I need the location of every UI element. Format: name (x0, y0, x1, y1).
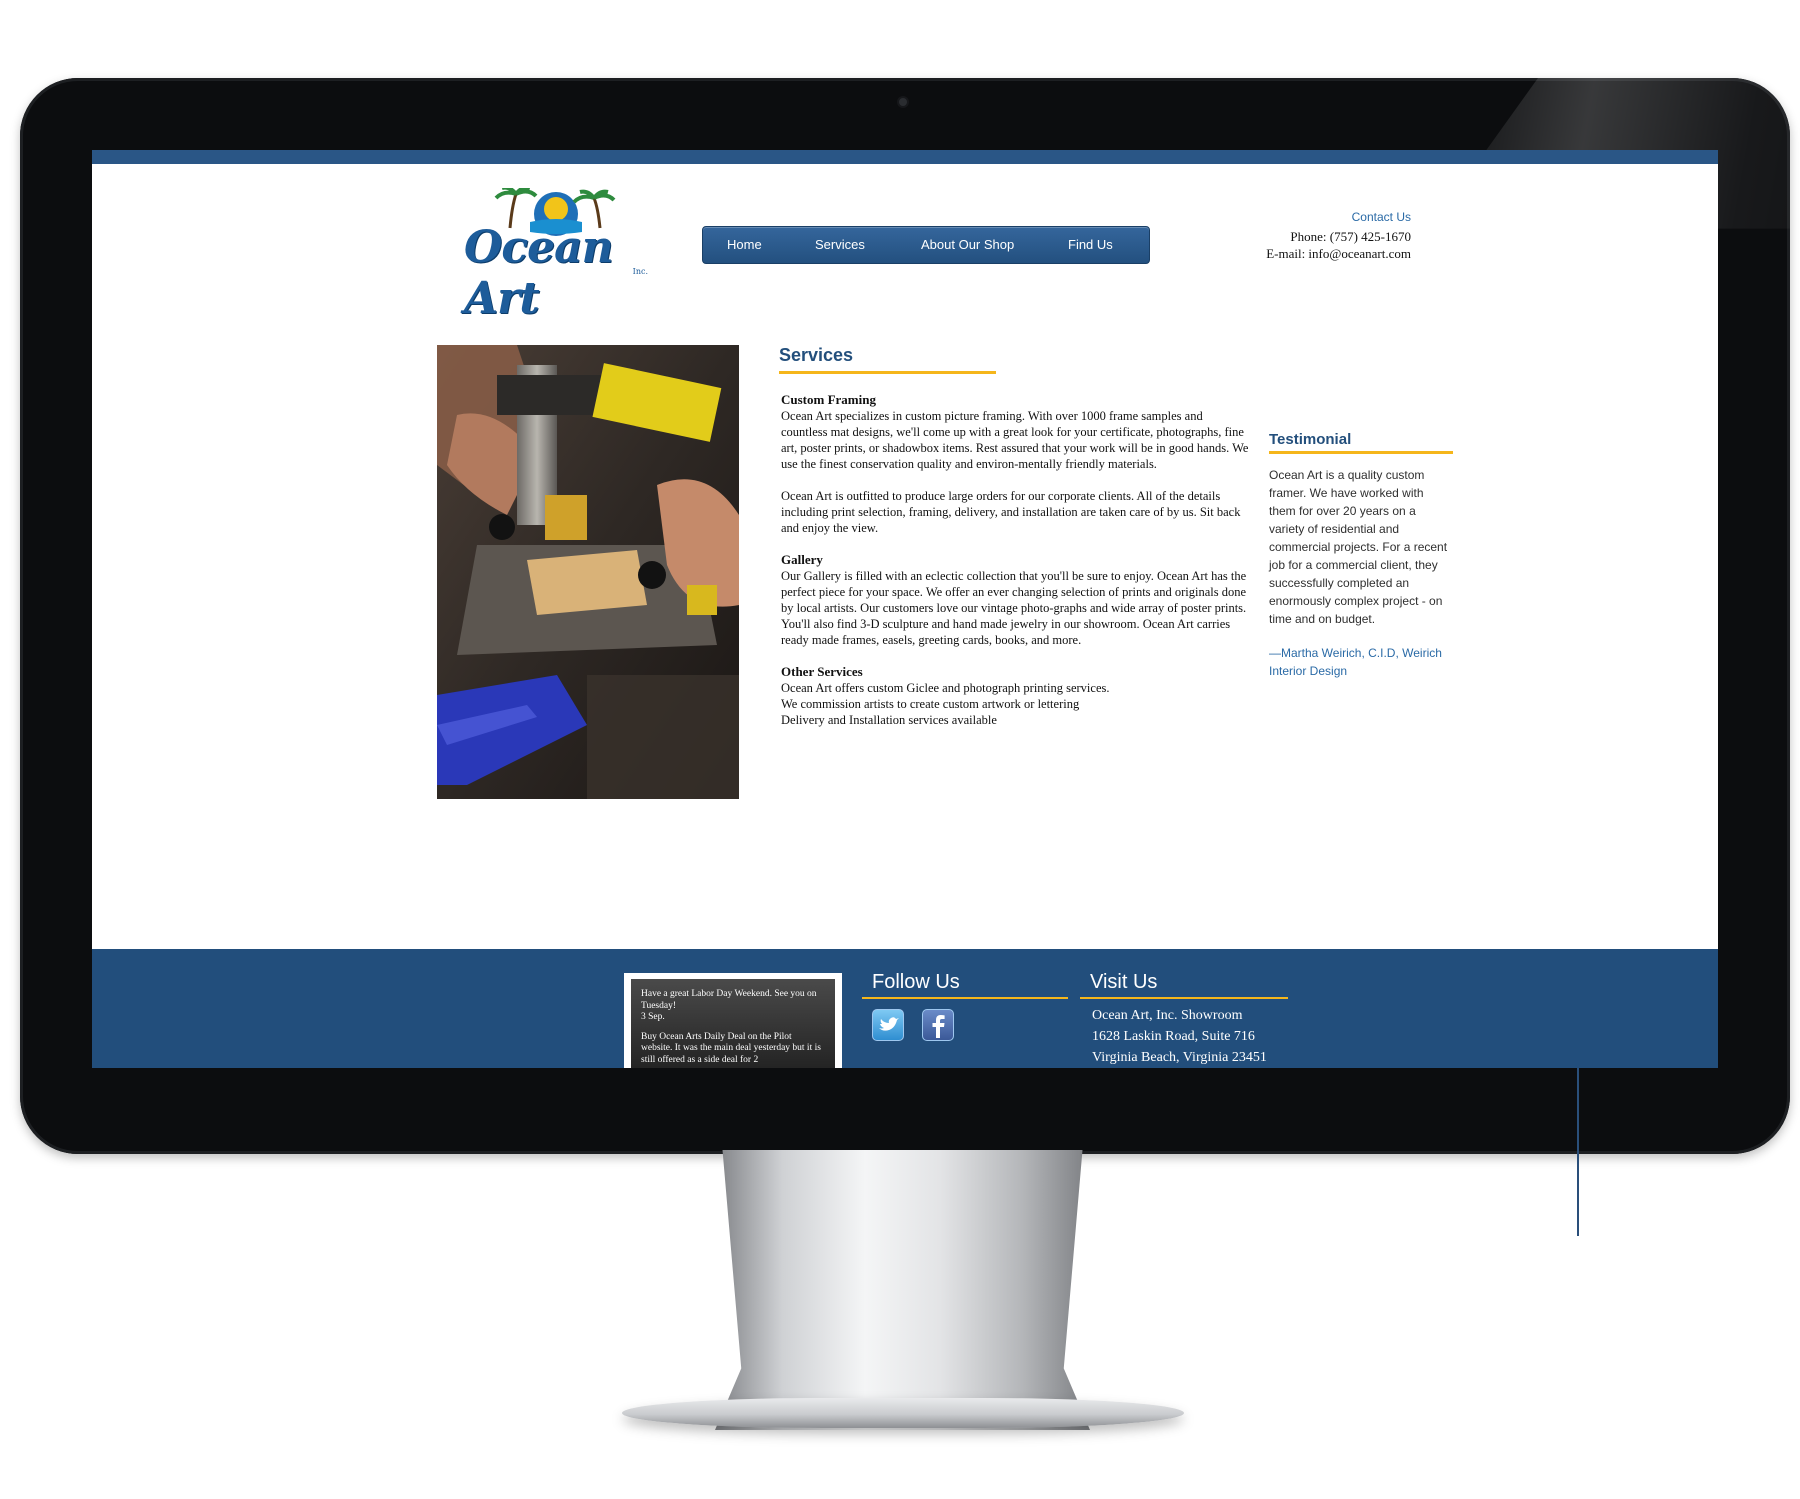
news-feed: Have a great Labor Day Weekend. See you … (631, 979, 835, 1068)
news-widget[interactable]: Have a great Labor Day Weekend. See you … (624, 973, 842, 1068)
services-content: Services Custom Framing Ocean Art specia… (779, 345, 1249, 744)
testimonial-block: Testimonial Ocean Art is a quality custo… (1269, 431, 1453, 680)
follow-us-section: Follow Us (862, 971, 1068, 1041)
site-footer: Have a great Labor Day Weekend. See you … (92, 949, 1718, 1068)
news-item: Have a great Labor Day Weekend. See you … (641, 989, 817, 1011)
news-date: 3 Sep. (641, 1012, 665, 1022)
ocean-art-logo[interactable]: Ocean Art Inc. (460, 185, 652, 324)
nav-find-us[interactable]: Find Us (1068, 227, 1113, 263)
other-services-line: Delivery and Installation services avail… (781, 713, 997, 727)
other-services-section: Other Services Ocean Art offers custom G… (781, 664, 1249, 728)
main-nav: Home Services About Our Shop Find Us (702, 226, 1150, 264)
nav-services[interactable]: Services (815, 227, 865, 263)
contact-email[interactable]: E-mail: info@oceanart.com (1266, 245, 1411, 262)
webcam-icon (897, 96, 909, 108)
monitor-stand-base (622, 1398, 1184, 1428)
testimonial-quote: Ocean Art is a quality custom framer. We… (1269, 468, 1448, 626)
contact-block: Contact Us Phone: (757) 425-1670 E-mail:… (1266, 210, 1411, 262)
divider-line (1577, 1068, 1579, 1236)
framing-workshop-photo (437, 345, 739, 799)
logo-wordmark: Ocean Art (464, 222, 614, 324)
corporate-orders-text: Ocean Art is outfitted to produce large … (781, 489, 1241, 535)
nav-about-our-shop[interactable]: About Our Shop (921, 227, 1014, 263)
custom-framing-heading: Custom Framing (781, 392, 876, 407)
visit-us-section: Visit Us Ocean Art, Inc. Showroom 1628 L… (1080, 971, 1288, 1068)
logo-suffix: Inc. (632, 267, 648, 276)
custom-framing-text: Ocean Art specializes in custom picture … (781, 409, 1249, 471)
website-screen: Ocean Art Inc. Home Services About Our S… (92, 150, 1718, 1068)
other-services-line: Ocean Art offers custom Giclee and photo… (781, 681, 1110, 695)
follow-us-title: Follow Us (862, 971, 1068, 999)
contact-us-link[interactable]: Contact Us (1266, 210, 1411, 224)
gallery-section: Gallery Our Gallery is filled with an ec… (781, 552, 1249, 648)
facebook-icon[interactable] (922, 1009, 954, 1041)
testimonial-title: Testimonial (1269, 431, 1453, 454)
news-item: Buy Ocean Arts Daily Deal on the Pilot w… (641, 1031, 821, 1065)
custom-framing-section: Custom Framing Ocean Art specializes in … (781, 392, 1249, 472)
nav-home[interactable]: Home (727, 227, 762, 263)
gallery-text: Our Gallery is filled with an eclectic c… (781, 569, 1247, 647)
top-color-bar (92, 150, 1718, 164)
services-title: Services (779, 345, 996, 374)
other-services-line: We commission artists to create custom a… (781, 697, 1080, 711)
contact-phone: Phone: (757) 425-1670 (1290, 229, 1411, 244)
showroom-address: Ocean Art, Inc. Showroom 1628 Laskin Roa… (1080, 1005, 1288, 1068)
address-line: Ocean Art, Inc. Showroom (1092, 1008, 1243, 1023)
twitter-icon[interactable] (872, 1009, 904, 1041)
address-line: Virginia Beach, Virginia 23451 (1092, 1050, 1267, 1065)
social-links (862, 1009, 1068, 1041)
corporate-orders-section: Ocean Art is outfitted to produce large … (781, 488, 1249, 536)
testimonial-author[interactable]: —Martha Weirich, C.I.D, Weirich Interior… (1269, 644, 1453, 680)
visit-us-title: Visit Us (1080, 971, 1288, 999)
gallery-heading: Gallery (781, 552, 823, 567)
address-line: 1628 Laskin Road, Suite 716 (1092, 1029, 1255, 1044)
monitor-stand (715, 1150, 1090, 1430)
other-services-heading: Other Services (781, 664, 863, 679)
